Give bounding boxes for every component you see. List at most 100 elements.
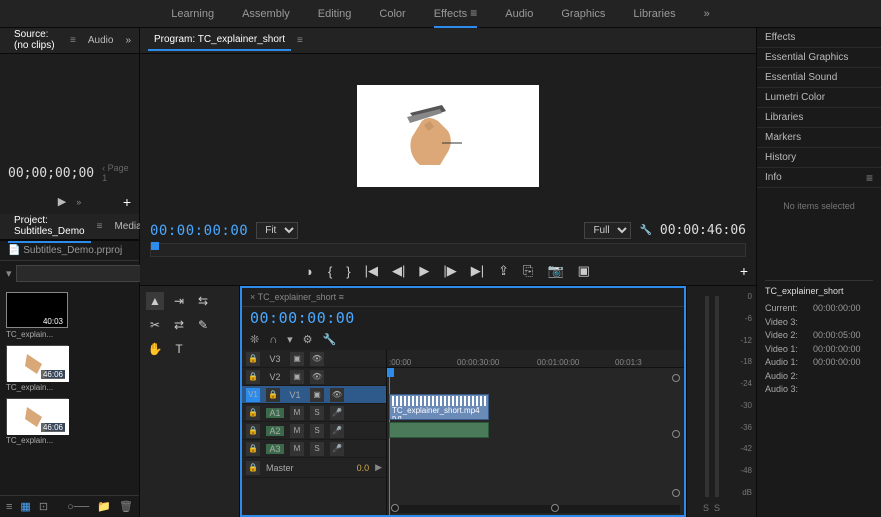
ws-color[interactable]: Color [379, 2, 405, 26]
lock-icon[interactable]: 🔒 [246, 370, 260, 384]
hand-tool-icon[interactable]: ✋ [146, 340, 164, 358]
bin-item[interactable]: 46:06 TC_explain... [6, 398, 68, 445]
playhead-icon[interactable] [151, 242, 159, 250]
track-v2[interactable]: 🔒V2▣👁 [242, 368, 386, 386]
new-bin-icon[interactable]: 📁 [97, 500, 111, 513]
essential-sound-panel[interactable]: Essential Sound [757, 68, 881, 88]
timeline-scrollbar[interactable] [391, 505, 680, 513]
source-timecode[interactable]: 00;00;00;00 [8, 166, 94, 181]
scroll-handle-icon[interactable] [672, 489, 680, 497]
eye-icon[interactable]: 👁 [310, 352, 324, 366]
mic-icon[interactable]: 🎤 [330, 442, 344, 456]
full-select[interactable]: Full [584, 222, 631, 239]
mic-icon[interactable]: 🎤 [330, 424, 344, 438]
type-tool-icon[interactable]: T [170, 340, 188, 358]
step-back-icon[interactable]: ◀| [392, 263, 405, 279]
scroll-handle-icon[interactable] [672, 430, 680, 438]
ws-learning[interactable]: Learning [171, 2, 214, 26]
markers-panel[interactable]: Markers [757, 128, 881, 148]
source-tab[interactable]: Source: (no clips) [8, 25, 64, 57]
add-button[interactable]: + [123, 194, 131, 210]
zoom-slider[interactable]: ○── [67, 501, 89, 513]
play-icon[interactable]: ▶ [58, 195, 66, 208]
ws-editing[interactable]: Editing [318, 2, 352, 26]
lumetri-color-panel[interactable]: Lumetri Color [757, 88, 881, 108]
ws-audio[interactable]: Audio [505, 2, 533, 26]
lift-icon[interactable]: ⇪ [498, 263, 509, 279]
freeform-icon[interactable]: ⊡ [39, 500, 48, 513]
mark-in-icon[interactable]: ◗ [306, 264, 314, 279]
fit-select[interactable]: Fit [256, 222, 298, 239]
snap-icon[interactable]: ❊ [250, 333, 259, 346]
track-a3[interactable]: 🔒A3MS🎤 [242, 440, 386, 458]
wrench-icon[interactable]: 🔧 [639, 225, 651, 236]
audio-tab[interactable]: Audio [82, 31, 120, 50]
comparison-icon[interactable]: ▣ [578, 263, 590, 279]
pen-tool-icon[interactable]: ✎ [194, 316, 212, 334]
source-overflow-icon[interactable]: » [125, 35, 131, 46]
project-menu-icon[interactable]: ≡ [97, 221, 103, 232]
play-icon[interactable]: ▶ [419, 263, 429, 279]
source-overflow[interactable]: » [76, 197, 81, 207]
filter-icon[interactable]: ▾ [6, 267, 12, 280]
essential-graphics-panel[interactable]: Essential Graphics [757, 48, 881, 68]
audio-clip[interactable] [389, 422, 489, 438]
ws-graphics[interactable]: Graphics [561, 2, 605, 26]
eye-icon[interactable]: 👁 [310, 370, 324, 384]
eye-icon[interactable]: 👁 [330, 388, 344, 402]
track-v1[interactable]: V1🔒V1▣👁 [242, 386, 386, 404]
step-fwd-icon[interactable]: |▶ [443, 263, 456, 279]
scroll-handle-icon[interactable] [672, 374, 680, 382]
track-a2[interactable]: 🔒A2MS🎤 [242, 422, 386, 440]
export-frame-icon[interactable]: 📷 [547, 263, 563, 279]
lock-icon[interactable]: 🔒 [246, 461, 260, 475]
program-monitor[interactable] [140, 54, 756, 218]
ws-menu-icon[interactable]: ≡ [470, 0, 477, 26]
info-panel-header[interactable]: Info≡ [757, 168, 881, 188]
video-clip[interactable]: TC_explainer_short.mp4 [V] [389, 394, 489, 420]
history-panel[interactable]: History [757, 148, 881, 168]
bin-item[interactable]: 46:06 TC_explain... [6, 345, 68, 392]
ws-effects[interactable]: Effects ≡ [434, 0, 478, 28]
program-ruler[interactable] [150, 243, 746, 257]
lock-icon[interactable]: 🔒 [246, 442, 260, 456]
lock-icon[interactable]: 🔒 [246, 352, 260, 366]
wrench-icon[interactable]: 🔧 [323, 333, 337, 346]
track-master[interactable]: 🔒Master0.0▶ [242, 458, 386, 478]
go-out-icon[interactable]: ▶| [471, 263, 484, 279]
ws-assembly[interactable]: Assembly [242, 2, 290, 26]
effects-panel[interactable]: Effects [757, 28, 881, 48]
program-menu-icon[interactable]: ≡ [297, 35, 303, 46]
go-in-icon[interactable]: |◀ [365, 263, 378, 279]
info-menu-icon[interactable]: ≡ [866, 171, 873, 185]
timeline-tab[interactable]: × TC_explainer_short ≡ [250, 292, 344, 302]
lock-icon[interactable]: 🔒 [246, 406, 260, 420]
marker-icon[interactable]: ▾ [287, 333, 293, 346]
ws-overflow-icon[interactable]: » [704, 2, 710, 26]
settings-icon[interactable]: ⚙ [303, 333, 313, 346]
lock-icon[interactable]: 🔒 [266, 388, 280, 402]
toggle-output-icon[interactable]: ▣ [290, 370, 304, 384]
source-page[interactable]: ‹ Page 1 [102, 163, 131, 183]
toggle-output-icon[interactable]: ▣ [290, 352, 304, 366]
timeline-timecode[interactable]: 00:00:00:00 [250, 309, 355, 327]
extract-icon[interactable]: ⎘ [523, 263, 533, 279]
program-tc-left[interactable]: 00:00:00:00 [150, 223, 248, 239]
link-icon[interactable]: ∩ [269, 334, 277, 346]
razor-tool-icon[interactable]: ✂ [146, 316, 164, 334]
bin-item[interactable]: 40:03 TC_explain... [6, 292, 68, 339]
add-button[interactable]: + [740, 263, 748, 279]
ws-libraries[interactable]: Libraries [633, 2, 675, 26]
mic-icon[interactable]: 🎤 [330, 406, 344, 420]
libraries-panel[interactable]: Libraries [757, 108, 881, 128]
selection-tool-icon[interactable]: ▲ [146, 292, 164, 310]
ripple-tool-icon[interactable]: ⇆ [194, 292, 212, 310]
program-tab[interactable]: Program: TC_explainer_short [148, 30, 291, 51]
project-tab[interactable]: Project: Subtitles_Demo [8, 211, 91, 243]
search-input[interactable] [16, 265, 158, 282]
source-menu-icon[interactable]: ≡ [70, 35, 76, 46]
bracket-out-icon[interactable]: } [346, 264, 350, 279]
track-v3[interactable]: 🔒V3▣👁 [242, 350, 386, 368]
icon-view-icon[interactable]: ▦ [20, 500, 30, 513]
timeline-ruler[interactable]: :00:00 00:00:30:00 00:01:00:00 00:01:3 [387, 350, 684, 368]
